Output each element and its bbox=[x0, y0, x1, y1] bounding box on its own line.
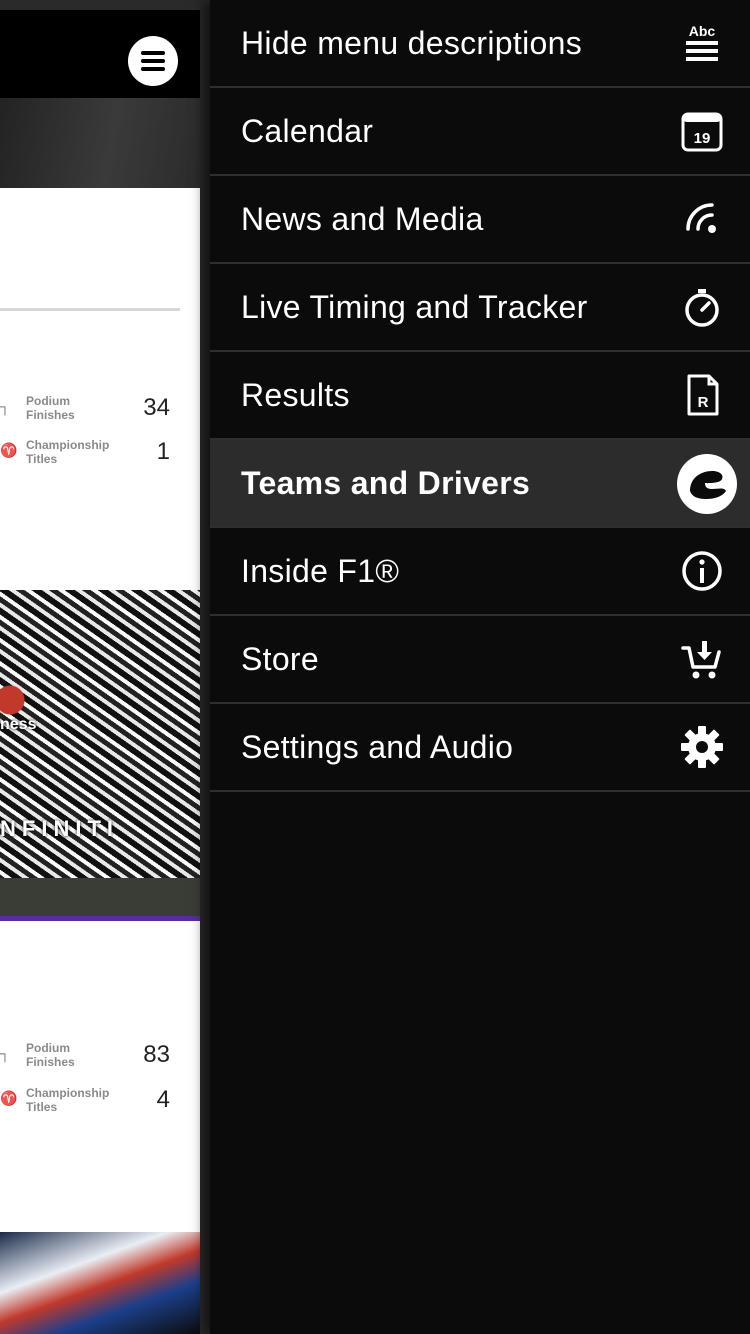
broadcast-icon bbox=[678, 195, 726, 243]
stat-value: 34 bbox=[143, 394, 170, 421]
menu-item-calendar[interactable]: Calendar 19 bbox=[210, 88, 750, 176]
stat-row: ┐ Podium Finishes 34 bbox=[0, 394, 200, 430]
hamburger-menu-icon[interactable] bbox=[128, 36, 178, 86]
stat-label: Podium Finishes bbox=[26, 394, 75, 422]
calendar-day-text: 19 bbox=[694, 130, 711, 147]
menu-item-label: Live Timing and Tracker bbox=[241, 289, 588, 325]
podium-icon: ┐ bbox=[0, 1045, 10, 1061]
menu-item-store[interactable]: Store bbox=[210, 616, 750, 704]
divider bbox=[0, 308, 180, 311]
top-bar bbox=[0, 10, 200, 98]
car-brand-text: NFINITI bbox=[0, 816, 119, 841]
menu-item-label: Teams and Drivers bbox=[241, 465, 531, 501]
stopwatch-icon bbox=[678, 283, 726, 331]
menu-item-label: Calendar bbox=[241, 113, 374, 149]
team-card[interactable]: ┐ Podium Finishes 83 ♈ Championship Titl… bbox=[0, 916, 200, 1237]
menu-item-live-timing[interactable]: Live Timing and Tracker bbox=[210, 264, 750, 352]
gear-icon bbox=[678, 723, 726, 771]
team-car-photo: ness NFINITI bbox=[0, 590, 200, 916]
results-document-icon: R bbox=[678, 371, 726, 419]
team-card[interactable]: ┐ Podium Finishes 34 ♈ Championship Titl… bbox=[0, 188, 200, 590]
sponsor-text: ness bbox=[0, 716, 37, 733]
menu-item-teams-drivers[interactable]: Teams and Drivers bbox=[210, 440, 750, 528]
track-surface bbox=[0, 878, 200, 916]
abc-lines-icon: Abc bbox=[678, 19, 726, 67]
menu-item-label: Store bbox=[241, 641, 319, 677]
menu-item-label: Hide menu descriptions bbox=[241, 25, 582, 61]
helmet-icon bbox=[676, 453, 738, 515]
menu-item-inside-f1[interactable]: Inside F1® bbox=[210, 528, 750, 616]
cart-icon bbox=[678, 635, 726, 683]
calendar-icon: 19 bbox=[678, 107, 726, 155]
podium-icon: ┐ bbox=[0, 398, 10, 414]
stat-row: ♈ Championship Titles 4 bbox=[0, 1086, 200, 1122]
team-car-photo bbox=[0, 1232, 200, 1334]
abc-icon-text: Abc bbox=[689, 23, 716, 39]
stat-row: ┐ Podium Finishes 83 bbox=[0, 1041, 200, 1077]
stat-label: Championship Titles bbox=[26, 1086, 110, 1114]
stat-value: 83 bbox=[143, 1041, 170, 1068]
menu-item-hide-descriptions[interactable]: Hide menu descriptions Abc bbox=[210, 0, 750, 88]
menu-item-label: Results bbox=[241, 377, 350, 413]
menu-item-label: News and Media bbox=[241, 201, 484, 237]
info-icon bbox=[678, 547, 726, 595]
menu-item-results[interactable]: Results R bbox=[210, 352, 750, 440]
stat-label: Championship Titles bbox=[26, 438, 110, 466]
header-band bbox=[0, 98, 200, 188]
trophy-icon: ♈ bbox=[0, 442, 18, 458]
background-page: ┐ Podium Finishes 34 ♈ Championship Titl… bbox=[0, 0, 210, 1334]
results-icon-text: R bbox=[698, 394, 709, 411]
side-menu: Hide menu descriptions Abc Calendar 19 N… bbox=[210, 0, 750, 1334]
menu-item-label: Inside F1® bbox=[241, 553, 400, 589]
menu-item-label: Settings and Audio bbox=[241, 729, 514, 765]
stat-value: 4 bbox=[156, 1086, 170, 1113]
menu-item-settings-audio[interactable]: Settings and Audio bbox=[210, 704, 750, 792]
trophy-icon: ♈ bbox=[0, 1090, 18, 1106]
stat-row: ♈ Championship Titles 1 bbox=[0, 438, 200, 474]
menu-item-news-media[interactable]: News and Media bbox=[210, 176, 750, 264]
stat-label: Podium Finishes bbox=[26, 1041, 75, 1069]
stat-value: 1 bbox=[156, 438, 170, 465]
